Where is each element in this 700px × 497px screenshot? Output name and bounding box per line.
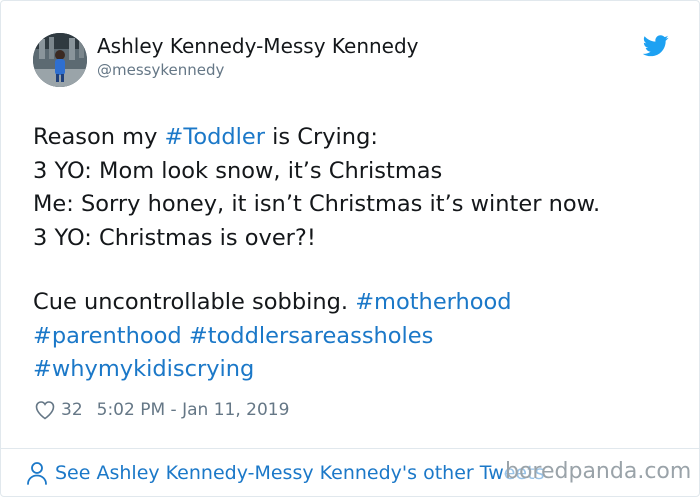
see-other-tweets-link[interactable]: See Ashley Kennedy-Messy Kennedy's other… xyxy=(25,457,544,489)
person-icon xyxy=(27,462,47,485)
hashtag-link[interactable]: #Toddler xyxy=(165,124,265,150)
boredpanda-watermark: boredpanda.com xyxy=(505,459,692,484)
tweet-line-6: #parenthood #toddlersareassholes xyxy=(33,320,673,354)
avatar[interactable] xyxy=(33,33,87,87)
tweet-line-5: Cue uncontrollable sobbing. #motherhood xyxy=(33,286,673,320)
author-display-name[interactable]: Ashley Kennedy-Messy Kennedy xyxy=(97,33,419,59)
tweet-text: Reason my #Toddler is Crying: 3 YO: Mom … xyxy=(33,121,673,387)
tweet-line-1: Reason my #Toddler is Crying: xyxy=(33,121,673,155)
twitter-bird-icon[interactable] xyxy=(643,35,669,57)
tweet-line-7: #whymykidiscrying xyxy=(33,353,673,387)
tweet-card: Ashley Kennedy-Messy Kennedy @messykenne… xyxy=(0,0,700,497)
tweet-text-segment: Cue uncontrollable sobbing. xyxy=(33,289,356,315)
hashtag-link[interactable]: #parenthood xyxy=(33,323,182,349)
tweet-timestamp[interactable]: 5:02 PM - Jan 11, 2019 xyxy=(97,400,290,420)
hashtag-link[interactable]: #motherhood xyxy=(355,289,511,315)
divider xyxy=(1,448,699,449)
see-other-tweets-label: See Ashley Kennedy-Messy Kennedy's other… xyxy=(55,462,545,484)
heart-icon[interactable] xyxy=(33,398,57,422)
tweet-line-4: 3 YO: Christmas is over?! xyxy=(33,224,316,251)
tweet-text-segment: is Crying: xyxy=(265,124,378,150)
tweet-line-3: Me: Sorry honey, it isn’t Christmas it’s… xyxy=(33,191,601,217)
tweet-text-segment: Reason my xyxy=(33,124,165,150)
tweet-header: Ashley Kennedy-Messy Kennedy @messykenne… xyxy=(33,31,673,91)
tweet-meta: 32 5:02 PM - Jan 11, 2019 xyxy=(33,396,289,424)
like-count: 32 xyxy=(61,400,83,420)
tweet-line-2: 3 YO: Mom look snow, it’s Christmas xyxy=(33,157,443,184)
hashtag-link[interactable]: #whymykidiscrying xyxy=(33,356,254,382)
hashtag-link[interactable]: #toddlersareassholes xyxy=(189,323,434,349)
avatar-photo xyxy=(33,33,87,87)
author-handle[interactable]: @messykennedy xyxy=(97,59,419,81)
author-names: Ashley Kennedy-Messy Kennedy @messykenne… xyxy=(97,33,419,81)
